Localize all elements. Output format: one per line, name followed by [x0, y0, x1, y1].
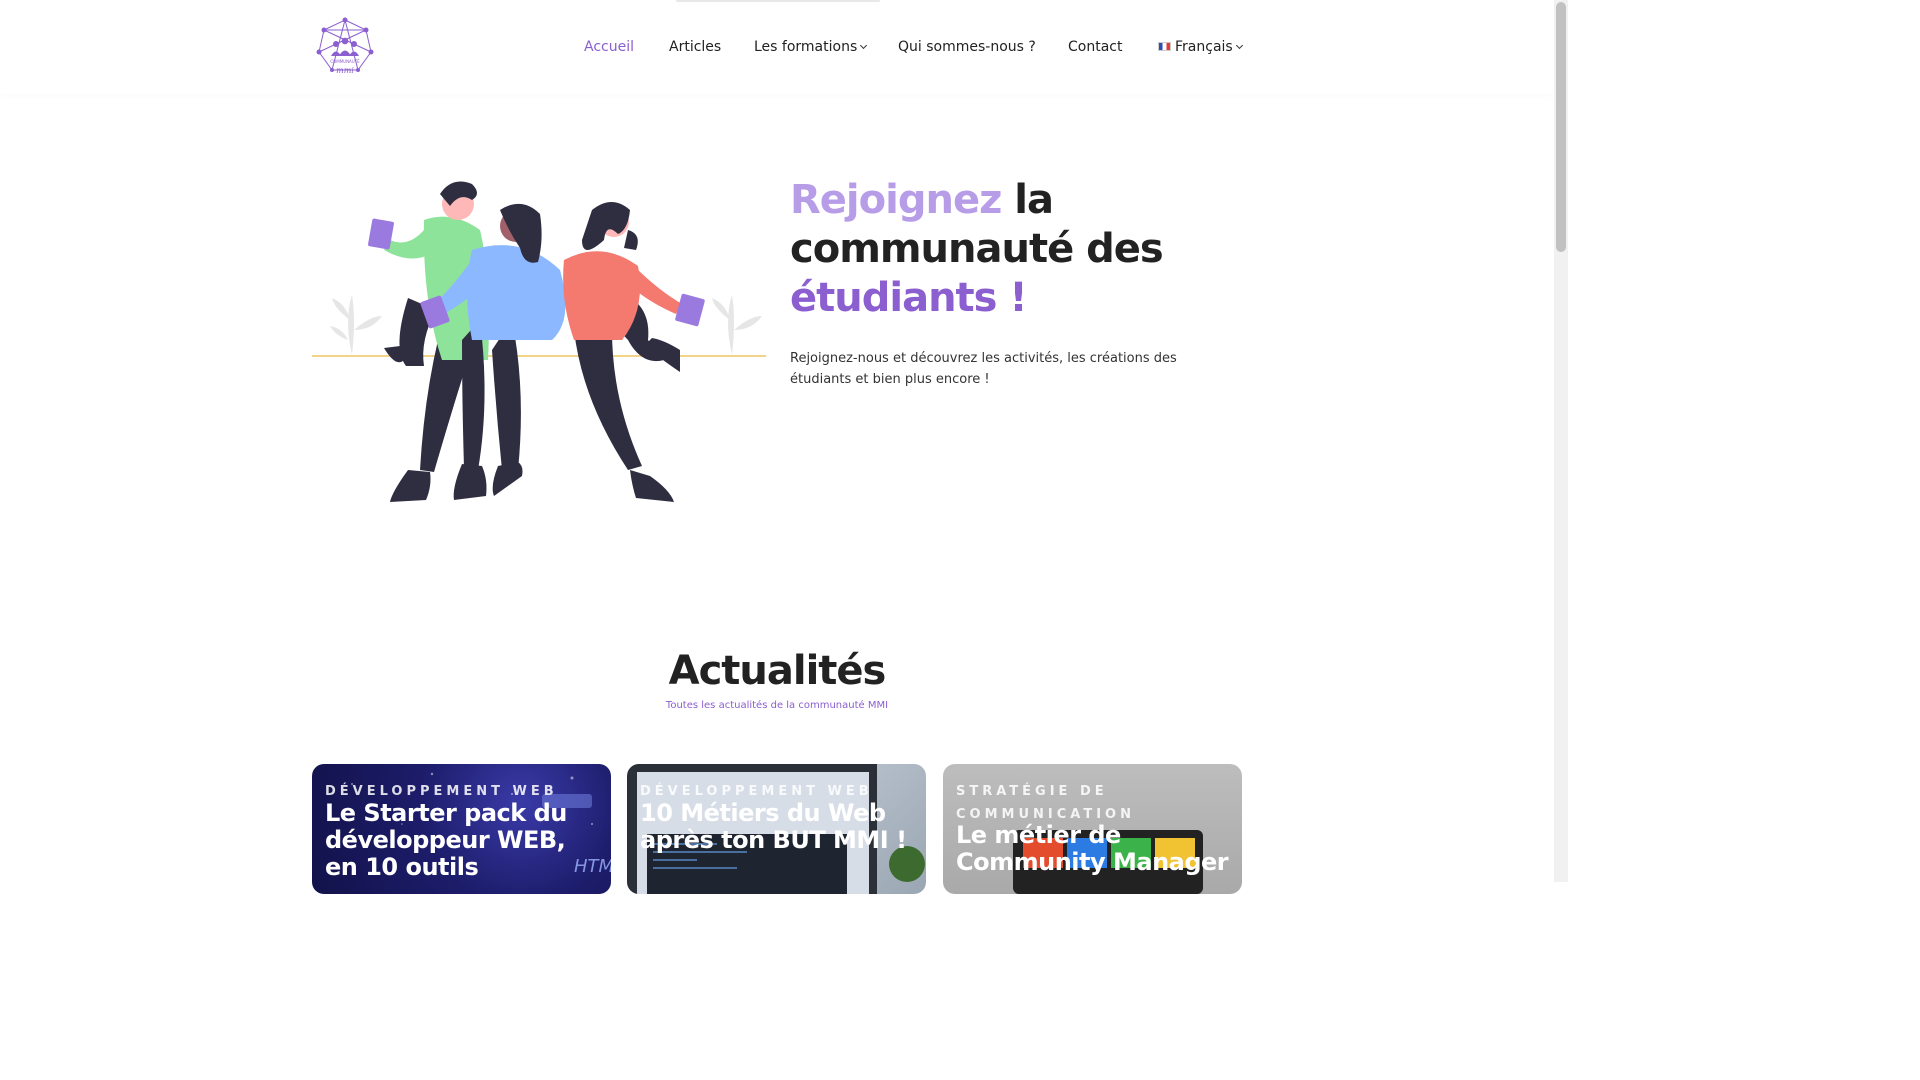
article-card[interactable]: Développement Web 10 Métiers du Web aprè… [627, 764, 926, 894]
nav-contact-label: Contact [1068, 39, 1123, 55]
language-selector[interactable]: Français [1158, 38, 1243, 56]
logo[interactable]: COMMUNAUTÉ mmi [314, 16, 376, 78]
article-card[interactable]: HTML Développement Web Le Starter pack d… [312, 764, 611, 894]
nav-les-formations[interactable]: Les formations [754, 38, 868, 56]
nav-qui-label: Qui sommes-nous ? [898, 39, 1036, 55]
card-title[interactable]: 10 Métiers du Web après ton BUT MMI ! [640, 800, 920, 854]
hero-title-end: étudiants ! [790, 275, 1028, 321]
card-title[interactable]: Le Starter pack du développeur WEB, en 1… [325, 800, 605, 881]
article-card[interactable]: Stratégie de communication Le métier de … [943, 764, 1242, 894]
nav-accueil[interactable]: Accueil [584, 38, 634, 56]
nav-accueil-label: Accueil [584, 39, 634, 55]
hero-description: Rejoignez-nous et découvrez les activité… [790, 351, 1177, 387]
card-category: Stratégie de communication [956, 784, 1135, 822]
site-header: COMMUNAUTÉ mmi Accueil Articles Les form… [0, 0, 1554, 94]
nav-qui-sommes-nous[interactable]: Qui sommes-nous ? [898, 38, 1036, 56]
top-loading-bar [676, 0, 880, 2]
chevron-down-icon [1235, 41, 1243, 50]
svg-text:COMMUNAUTÉ: COMMUNAUTÉ [330, 59, 360, 64]
news-section-subtitle: Toutes les actualités de la communauté M… [665, 700, 889, 711]
hero-title-highlight: Rejoignez [790, 177, 1002, 223]
hero-illustration [312, 181, 766, 502]
nav-formations-label: Les formations [754, 39, 858, 55]
nav-articles[interactable]: Articles [669, 38, 721, 56]
hero-title: Rejoignez la communauté des étudiants ! [790, 176, 1240, 323]
news-section-title: Actualités [668, 648, 887, 694]
chevron-down-icon [860, 41, 868, 50]
language-label: Français [1175, 39, 1233, 55]
svg-text:mmi: mmi [336, 66, 354, 75]
france-flag-icon [1158, 42, 1171, 51]
scrollbar-thumb[interactable] [1556, 2, 1566, 252]
nav-contact[interactable]: Contact [1068, 38, 1122, 56]
nav-articles-label: Articles [669, 39, 722, 55]
card-title[interactable]: Le métier de Community Manager [956, 822, 1236, 876]
